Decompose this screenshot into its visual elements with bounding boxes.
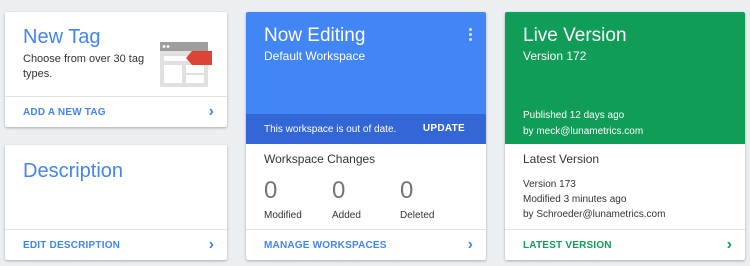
live-version-header: Live Version Version 172 Published 12 da… — [505, 12, 745, 144]
latest-version-title: Latest Version — [523, 152, 600, 166]
latest-by: by Schroeder@lunametrics.com — [523, 209, 666, 220]
stat-modified: 0 Modified — [264, 177, 302, 221]
now-editing-title: Now Editing — [264, 25, 366, 46]
new-tag-card[interactable]: New Tag Choose from over 30 tag types. A… — [5, 12, 227, 127]
chevron-right-icon[interactable]: › — [209, 236, 214, 254]
stat-added: 0 Added — [332, 177, 361, 221]
manage-workspaces-footer[interactable]: MANAGE WORKSPACES › — [246, 229, 486, 260]
add-new-tag-link[interactable]: ADD A NEW TAG — [23, 107, 106, 118]
manage-workspaces-link[interactable]: MANAGE WORKSPACES — [264, 240, 387, 251]
stat-value: 0 — [400, 177, 414, 204]
out-of-date-banner: This workspace is out of date. UPDATE — [246, 114, 486, 144]
stat-label: Modified — [264, 210, 302, 221]
stat-label: Deleted — [400, 210, 435, 221]
new-tag-description: Choose from over 30 tag types. — [23, 53, 145, 80]
now-editing-card: Now Editing Default Workspace This works… — [246, 12, 486, 260]
description-card: Description EDIT DESCRIPTION › — [5, 145, 227, 260]
live-version-number: Version 172 — [523, 49, 587, 63]
more-vert-icon[interactable] — [469, 28, 473, 42]
latest-modified: Modified 3 minutes ago — [523, 194, 627, 205]
latest-version-footer[interactable]: LATEST VERSION › — [505, 229, 745, 260]
published-by: by meck@lunametrics.com — [523, 126, 644, 137]
description-footer[interactable]: EDIT DESCRIPTION › — [5, 229, 227, 260]
stat-label: Added — [332, 210, 361, 221]
now-editing-header: Now Editing Default Workspace — [246, 12, 486, 114]
stat-deleted: 0 Deleted — [400, 177, 434, 221]
new-tag-title[interactable]: New Tag — [23, 26, 100, 49]
stat-value: 0 — [332, 177, 346, 204]
chevron-right-icon[interactable]: › — [727, 236, 732, 254]
workspace-name: Default Workspace — [264, 49, 366, 63]
stat-value: 0 — [264, 177, 278, 204]
tag-illustration-icon — [160, 42, 212, 87]
chevron-right-icon[interactable]: › — [468, 236, 473, 254]
latest-version-number: Version 173 — [523, 179, 576, 190]
live-version-title: Live Version — [523, 25, 627, 46]
latest-version-link[interactable]: LATEST VERSION — [523, 240, 612, 251]
update-button[interactable]: UPDATE — [423, 123, 465, 134]
edit-description-link[interactable]: EDIT DESCRIPTION — [23, 240, 120, 251]
workspace-changes-title: Workspace Changes — [264, 152, 376, 166]
live-version-card: Live Version Version 172 Published 12 da… — [505, 12, 745, 260]
new-tag-footer[interactable]: ADD A NEW TAG › — [5, 96, 227, 127]
description-title: Description — [23, 160, 124, 182]
out-of-date-message: This workspace is out of date. — [264, 124, 397, 135]
chevron-right-icon[interactable]: › — [209, 103, 214, 121]
published-date: Published 12 days ago — [523, 110, 625, 121]
